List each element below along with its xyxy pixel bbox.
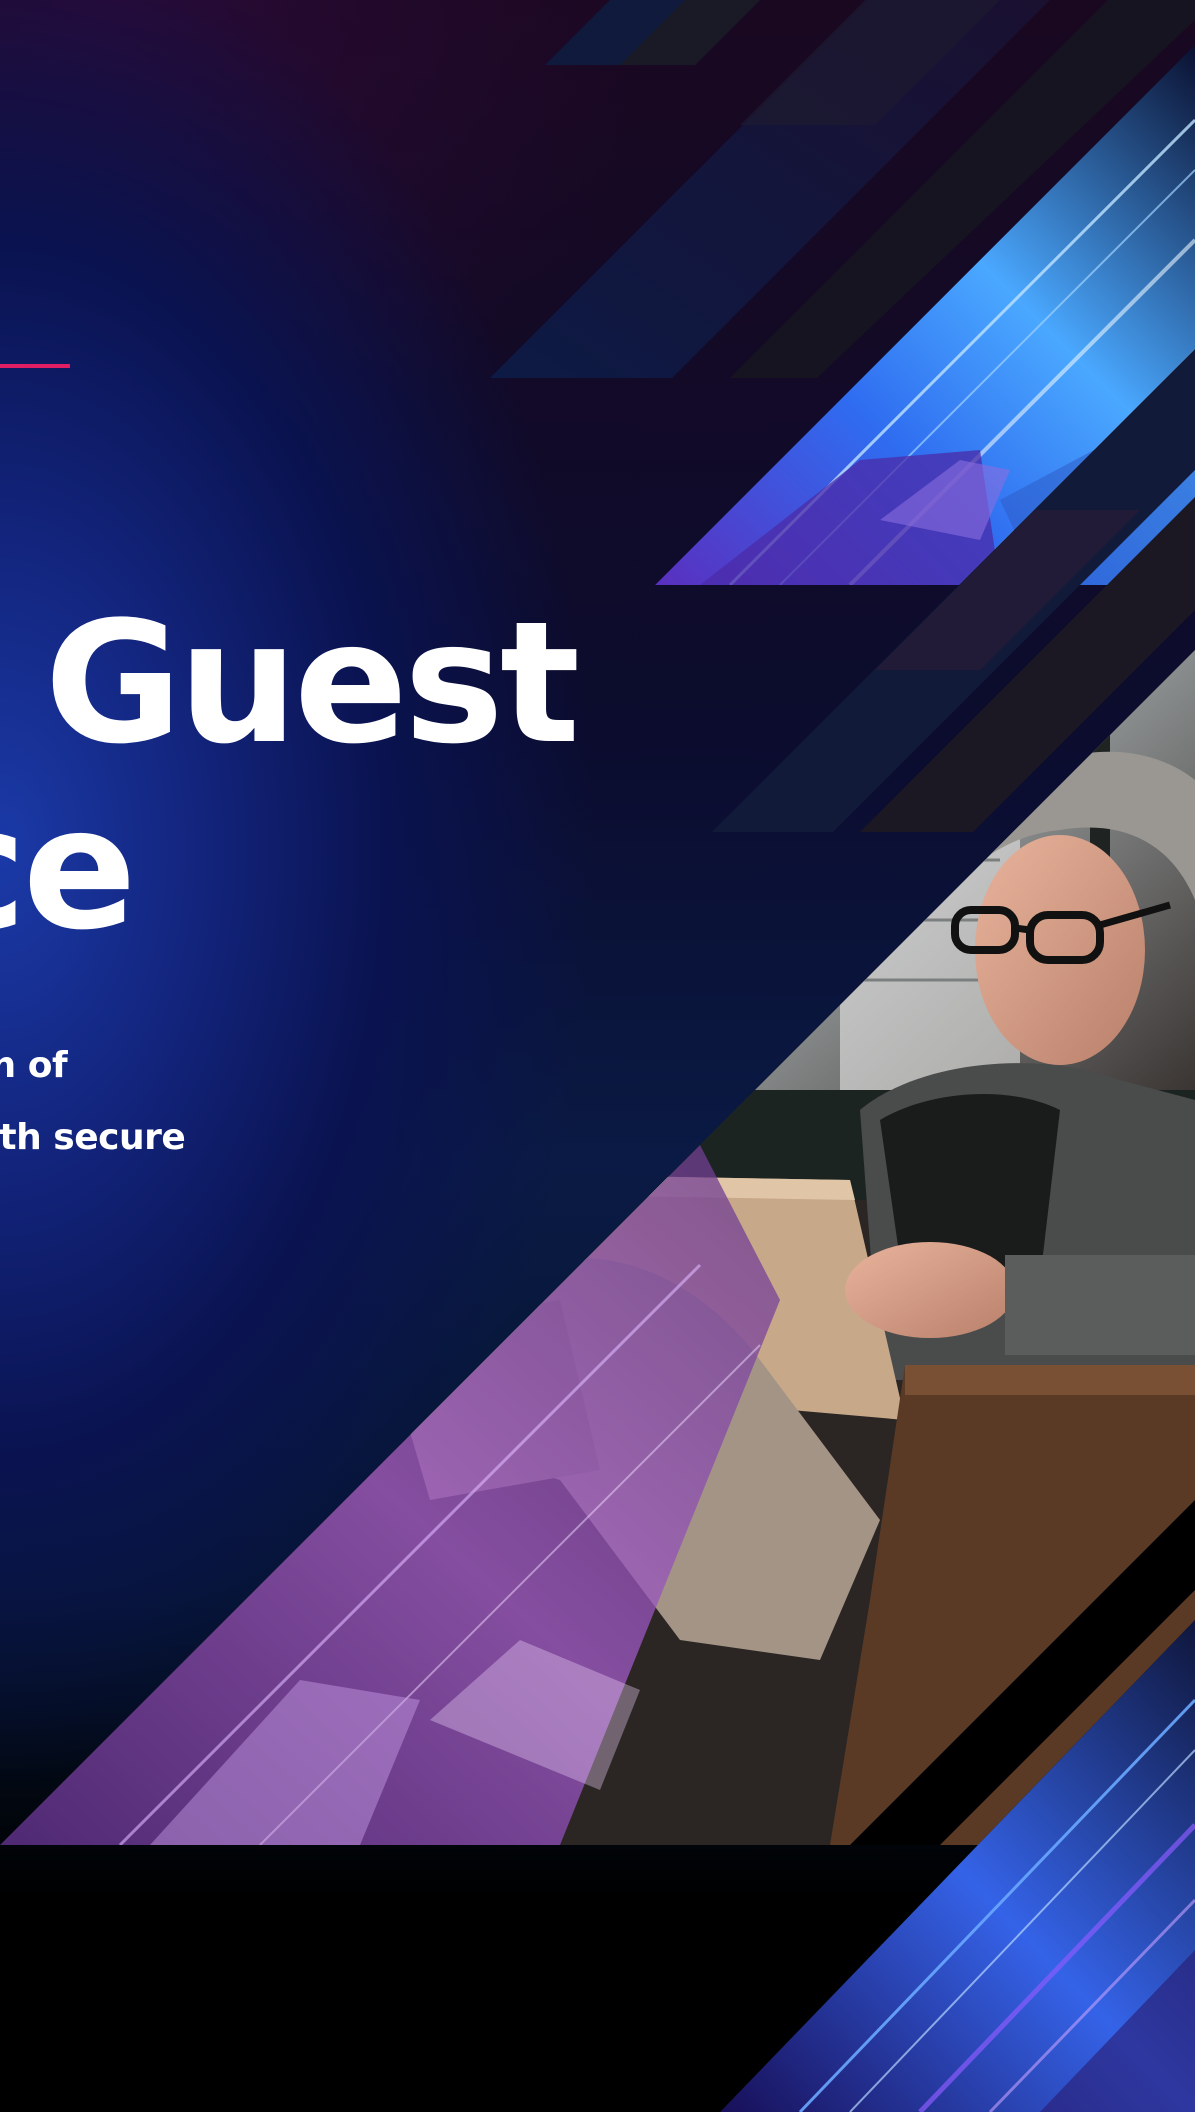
accent-line xyxy=(0,364,70,368)
description-line-2: ment with secure xyxy=(0,1117,186,1158)
headline-line-2: vice xyxy=(0,771,137,967)
headline-line-1: e Guest xyxy=(0,585,580,781)
hero-description: mination of ment with secure guest xyxy=(0,1030,186,1246)
description-line-1: mination of xyxy=(0,1045,68,1086)
hero-slide: e Guest vice mination of ment with secur… xyxy=(0,0,1195,2112)
description-line-3: guest xyxy=(0,1174,185,1246)
hero-headline: e Guest vice xyxy=(0,585,580,967)
